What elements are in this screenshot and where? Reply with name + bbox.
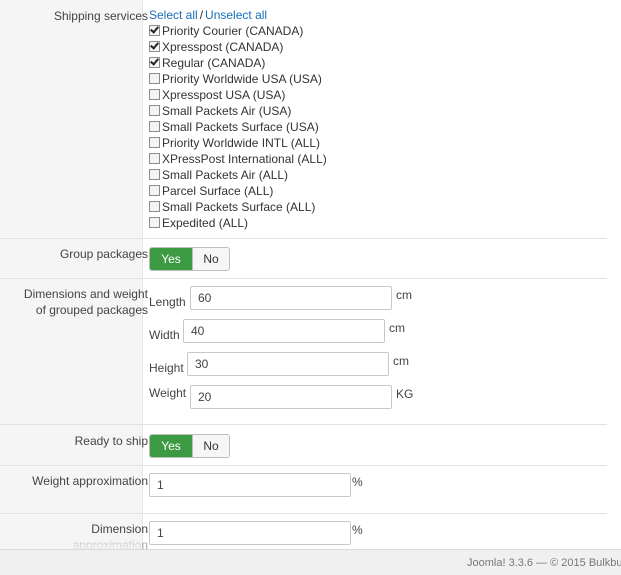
shipping-service-checkbox[interactable] (149, 73, 160, 84)
shipping-service-label: Small Packets Surface (USA) (162, 120, 319, 134)
dimensions-label: Dimensions and weight of grouped package… (24, 286, 148, 318)
shipping-service-item: Small Packets Air (ALL) (149, 167, 288, 183)
dimensions-label-line2: of grouped packages (35, 303, 148, 317)
scroll-fade (0, 536, 142, 549)
shipping-service-checkbox[interactable] (149, 89, 160, 100)
ready-to-ship-yes-button[interactable]: Yes (150, 435, 192, 457)
height-label: Height (149, 361, 184, 375)
shipping-service-label: Expedited (ALL) (162, 216, 249, 230)
shipping-service-label: Priority Worldwide INTL (ALL) (162, 136, 321, 150)
shipping-service-label: Parcel Surface (ALL) (162, 184, 274, 198)
width-input[interactable]: 40 (183, 319, 385, 343)
shipping-service-item: Priority Worldwide USA (USA) (149, 71, 322, 87)
shipping-service-label: Xpresspost (CANADA) (162, 40, 284, 54)
footer-bar: Joomla! 3.3.6 — © 2015 Bulkbu (0, 549, 621, 575)
row-divider (0, 513, 607, 514)
unselect-all-link[interactable]: Unselect all (205, 8, 267, 22)
length-input[interactable]: 60 (190, 286, 392, 310)
ready-to-ship-toggle: Yes No (149, 434, 230, 458)
shipping-service-item: Parcel Surface (ALL) (149, 183, 273, 199)
ready-to-ship-label: Ready to ship (74, 434, 148, 448)
height-input[interactable]: 30 (187, 352, 389, 376)
shipping-service-checkbox[interactable] (149, 41, 160, 52)
shipping-service-checkbox[interactable] (149, 169, 160, 180)
dimensions-label-line1: Dimensions and weight (23, 287, 148, 301)
select-all-link[interactable]: Select all (149, 8, 198, 22)
weight-unit: KG (396, 387, 414, 401)
shipping-service-label: Regular (CANADA) (162, 56, 266, 70)
group-packages-toggle: Yes No (149, 247, 230, 271)
group-packages-label: Group packages (59, 247, 148, 261)
shipping-service-checkbox[interactable] (149, 121, 160, 132)
row-divider (0, 278, 607, 279)
dimension-approximation-label-line1: Dimension (91, 522, 148, 536)
shipping-service-checkbox[interactable] (149, 217, 160, 228)
shipping-service-label: Xpresspost USA (USA) (162, 88, 286, 102)
label-column (0, 0, 143, 549)
length-unit: cm (396, 288, 412, 302)
shipping-service-label: Small Packets Surface (ALL) (162, 200, 316, 214)
weight-approximation-label: Weight approximation (32, 474, 148, 488)
shipping-service-item: Small Packets Surface (USA) (149, 119, 319, 135)
shipping-service-checkbox[interactable] (149, 105, 160, 116)
group-packages-no-button[interactable]: No (192, 248, 229, 270)
group-packages-yes-button[interactable]: Yes (150, 248, 192, 270)
width-label: Width (149, 328, 180, 342)
shipping-services-label: Shipping services (53, 9, 148, 23)
select-links: Select all / Unselect all (149, 8, 267, 22)
shipping-service-item: Small Packets Air (USA) (149, 103, 291, 119)
shipping-service-label: Priority Courier (CANADA) (162, 24, 304, 38)
select-separator: / (199, 8, 204, 22)
footer-text: Joomla! 3.3.6 — © 2015 Bulkbu (467, 557, 621, 569)
shipping-service-label: XPressPost International (ALL) (162, 152, 327, 166)
weight-input[interactable]: 20 (190, 385, 392, 409)
shipping-service-item: Expedited (ALL) (149, 215, 248, 231)
shipping-service-checkbox[interactable] (149, 57, 160, 68)
shipping-service-checkbox[interactable] (149, 137, 160, 148)
shipping-service-item: Small Packets Surface (ALL) (149, 199, 315, 215)
shipping-service-checkbox[interactable] (149, 153, 160, 164)
row-divider (0, 465, 607, 466)
weight-label: Weight (149, 386, 187, 400)
dimension-approximation-input[interactable]: 1 (149, 521, 351, 545)
height-unit: cm (393, 354, 409, 368)
shipping-service-item: Regular (CANADA) (149, 55, 265, 71)
width-unit: cm (389, 321, 405, 335)
shipping-service-item: Xpresspost USA (USA) (149, 87, 285, 103)
ready-to-ship-no-button[interactable]: No (192, 435, 229, 457)
shipping-service-label: Priority Worldwide USA (USA) (162, 72, 322, 86)
shipping-service-item: Xpresspost (CANADA) (149, 39, 283, 55)
shipping-service-label: Small Packets Air (ALL) (162, 168, 289, 182)
weight-approximation-input[interactable]: 1 (149, 473, 351, 497)
shipping-service-item: XPressPost International (ALL) (149, 151, 327, 167)
shipping-service-checkbox[interactable] (149, 25, 160, 36)
row-divider (0, 424, 607, 425)
weight-approximation-unit: % (352, 475, 363, 489)
shipping-service-checkbox[interactable] (149, 185, 160, 196)
shipping-service-label: Small Packets Air (USA) (162, 104, 292, 118)
length-label: Length (149, 295, 186, 309)
shipping-service-item: Priority Courier (CANADA) (149, 23, 303, 39)
settings-form: Shipping services Select all / Unselect al… (0, 0, 621, 549)
shipping-service-checkbox[interactable] (149, 201, 160, 212)
row-divider (0, 238, 607, 239)
shipping-service-item: Priority Worldwide INTL (ALL) (149, 135, 320, 151)
dimension-approximation-unit: % (352, 523, 363, 537)
